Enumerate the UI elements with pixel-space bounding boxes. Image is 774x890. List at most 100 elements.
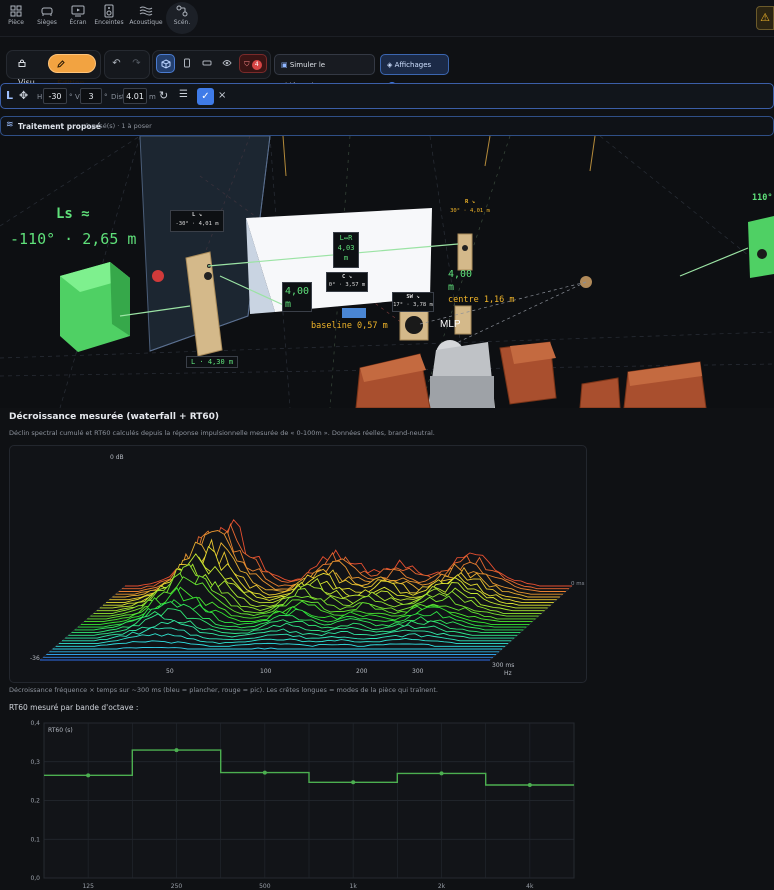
rt60-y-tick: 0,4 (30, 720, 40, 727)
waterfall-title: Décroissance mesurée (waterfall + RT60) (9, 412, 220, 422)
nav-seats[interactable]: Sièges (31, 2, 63, 34)
sliders-icon[interactable]: ☰ (179, 89, 188, 100)
tag-sw-value: 17° · 3,78 m (393, 302, 433, 308)
marker-dot[interactable] (152, 270, 164, 282)
tag-left-value: -30° · 4,01 m (175, 221, 219, 227)
tag-left-name: L ↘ (192, 212, 202, 218)
mode-edition-button[interactable]: Édition (48, 54, 96, 88)
nav-screen[interactable]: Écran (62, 2, 94, 34)
tag-center-name: C ↘ (342, 274, 352, 280)
tag-left[interactable]: L ↘ -30° · 4,01 m (170, 210, 224, 232)
tag-center[interactable]: C ↘ 0° · 3,57 m (326, 272, 368, 292)
reset-icon[interactable]: ↻ (159, 89, 168, 102)
dist-right-unit: m (448, 282, 455, 293)
view-portrait-button[interactable] (177, 54, 196, 73)
view-eye-button[interactable] (217, 54, 236, 73)
h-label: H (37, 93, 43, 101)
waterfall-ms-label: 0 ms (571, 581, 585, 587)
mode-visu-button[interactable]: Visu (10, 54, 50, 87)
deg-unit: ° (69, 93, 73, 101)
tag-subwoofer[interactable]: SW ↘ 17° · 3,78 m (392, 292, 434, 312)
treatment-bar[interactable]: ≋ Traitement proposé 0 posé(s) · 1 à pos… (0, 116, 774, 136)
rt60-title: RT60 mesuré par bande d'octave : (9, 703, 139, 712)
rt60-x-tick: 500 (259, 883, 271, 890)
freq-unit-label: Hz (504, 670, 512, 677)
nav-label: Scén. (173, 19, 191, 26)
tag-left-right[interactable]: L↔R 4,03 m (333, 232, 359, 268)
ls-title: Ls ≈ (56, 206, 90, 222)
projector-icon: ▣ (281, 61, 288, 69)
rt60-x-tick: 4k (526, 883, 534, 890)
rt60-y-tick: 0,3 (30, 759, 40, 766)
rt60-y-tick: 0,0 (30, 875, 40, 882)
x-tick: 300 (412, 668, 424, 675)
waterfall-top-label: 0 dB (110, 454, 124, 461)
pencil-icon (57, 60, 65, 68)
tag-right-value: 30° · 4,01 m (450, 208, 490, 214)
rt60-x-tick: 2k (438, 883, 446, 890)
view-group: ⛉ 4 (152, 50, 271, 79)
redo-icon: ↷ (132, 58, 141, 69)
scene-canvas[interactable] (0, 136, 774, 408)
nav-acoustics[interactable]: Acoustique (128, 2, 164, 34)
h-angle-input[interactable]: -30 (43, 88, 67, 104)
left-distance-tag: L · 4,30 m (186, 356, 239, 368)
tag-right[interactable]: R ↘ 30° · 4,01 m (444, 198, 496, 218)
waterfall-slice (52, 647, 503, 650)
redo-button[interactable]: ↷ (127, 54, 146, 73)
view-landscape-button[interactable] (197, 54, 216, 73)
undo-icon: ↶ (112, 58, 121, 69)
display-toggle-button[interactable]: ◈ Affichages 4 (380, 54, 449, 92)
rt60-point[interactable] (262, 770, 267, 775)
room-3d-view[interactable]: Ls ≈ -110° · 2,65 m L ↘ -30° · 4,01 m R … (0, 136, 774, 408)
display-label: Affichages (394, 61, 432, 69)
centre-label: centre 1,16 m (448, 295, 515, 305)
dist-right-value: 4,00 (448, 269, 473, 280)
rt60-point[interactable] (351, 780, 356, 785)
confirm-button[interactable]: ✓ (197, 88, 214, 105)
speaker-right-surround[interactable] (748, 216, 774, 278)
nav-scenario[interactable]: Scén. (166, 2, 198, 34)
nav-speakers[interactable]: Enceintes (93, 2, 125, 34)
lock-icon (18, 59, 26, 67)
layers-icon: ◈ (387, 61, 393, 69)
grid-icon (10, 5, 22, 17)
x-tick: 100 (260, 668, 272, 675)
x-tick: 200 (356, 668, 368, 675)
warning-icon[interactable]: ⚠ (756, 6, 774, 30)
shield-icon: ⛉ (244, 60, 250, 68)
rt60-point[interactable] (86, 773, 91, 778)
rt60-x-tick: 1k (350, 883, 358, 890)
tag-sw-name: SW ↘ (406, 294, 420, 300)
screen-icon (71, 5, 85, 17)
dist-left-value: 4,00 (284, 286, 310, 297)
rt60-point[interactable] (527, 783, 532, 787)
channel-label: L (6, 89, 14, 102)
speaker-right[interactable] (457, 233, 473, 271)
dist-unit: m (149, 93, 156, 101)
rs-angle-label: 110° (752, 193, 773, 203)
move-icon[interactable]: ✥ (19, 89, 28, 102)
rt60-point[interactable] (174, 748, 179, 753)
lr-tag: L↔R (339, 234, 353, 242)
distance-input[interactable]: 4.01 (123, 88, 147, 104)
ls-position: -110° · 2,65 m (10, 230, 137, 248)
nav-label: Sièges (37, 19, 57, 26)
waterfall-bottom-label: -36 (30, 655, 40, 662)
treatment-status: 0 posé(s) · 1 à poser (85, 122, 152, 130)
close-icon[interactable]: × (218, 90, 226, 101)
v-angle-input[interactable]: 3 (80, 88, 102, 104)
lr-unit: m (343, 254, 349, 262)
landscape-icon (202, 60, 211, 66)
rt60-point[interactable] (439, 771, 444, 776)
scenario-icon (176, 5, 188, 17)
x-tick: 50 (166, 668, 174, 675)
nav-label: Écran (69, 19, 87, 26)
simulate-projector-button[interactable]: ▣ Simuler le vidéoprojecteur (274, 54, 375, 90)
nav-room[interactable]: Pièce (0, 2, 32, 34)
eye-icon (221, 60, 232, 66)
alerts-button[interactable]: ⛉ 4 (239, 54, 267, 73)
undo-button[interactable]: ↶ (107, 54, 126, 73)
view-3d-button[interactable] (156, 54, 175, 73)
position-editor: L ✥ H -30 ° V 3 ° Dist 4.01 m ↻ ☰ ✓ × (0, 83, 774, 109)
